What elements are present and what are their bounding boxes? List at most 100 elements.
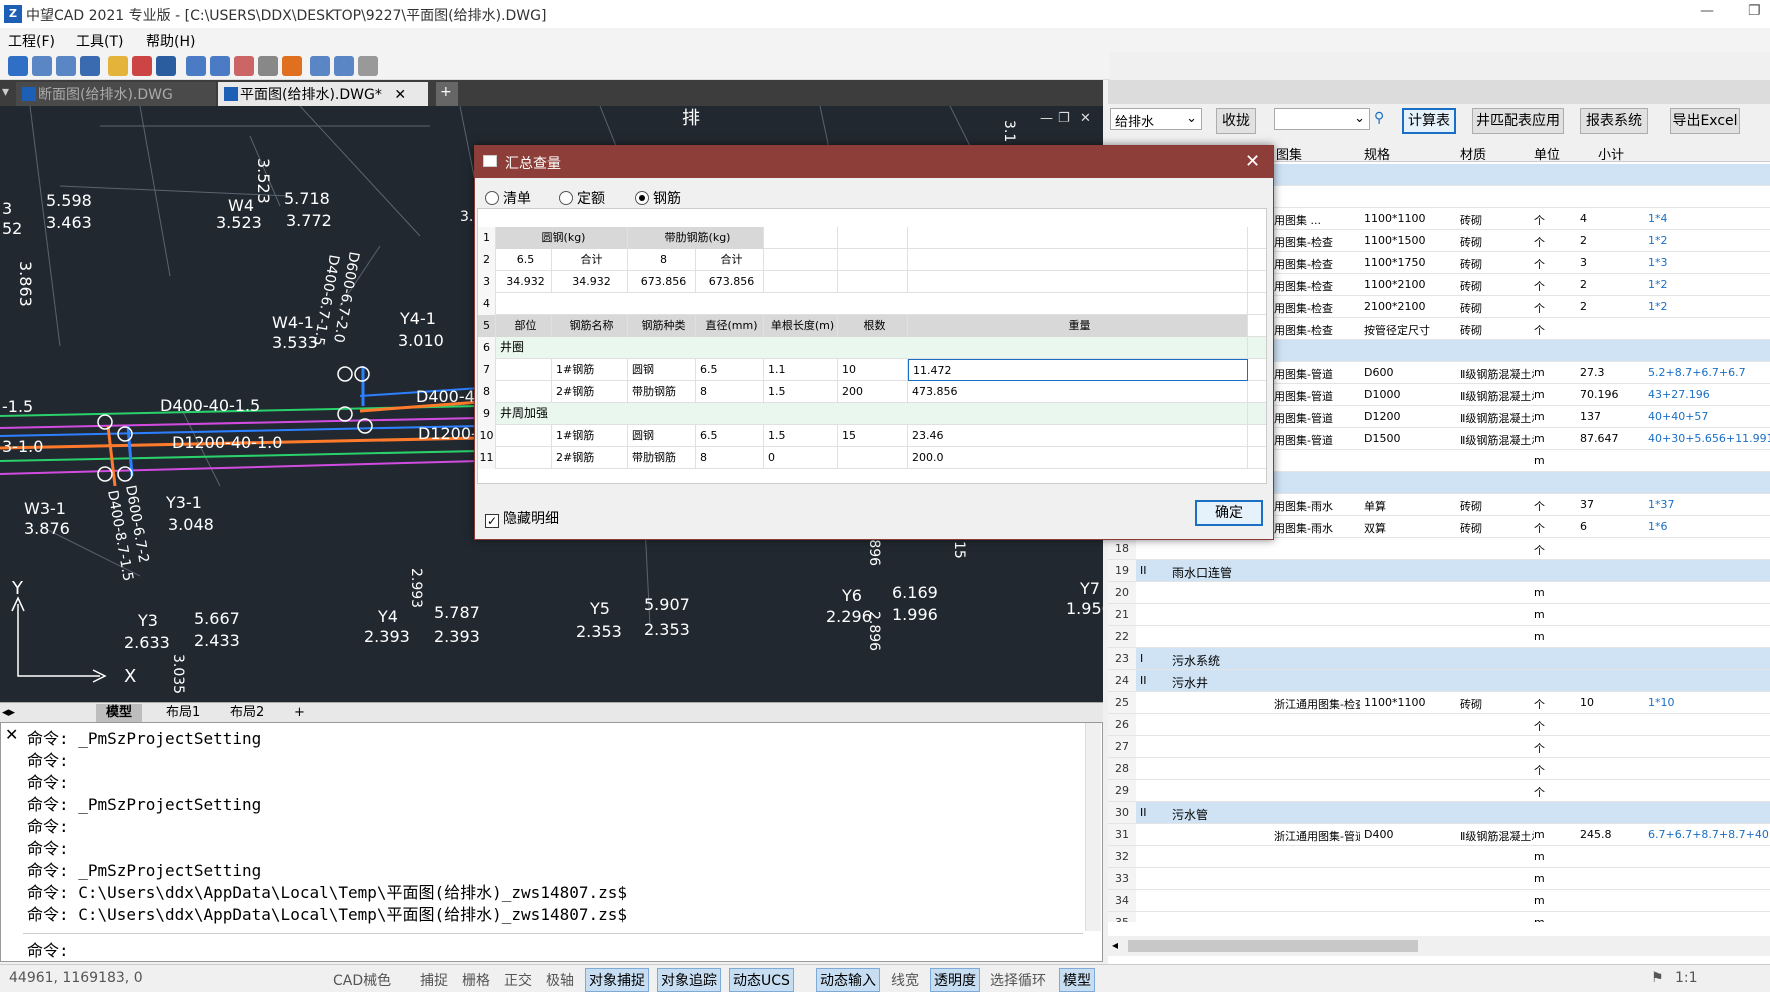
zoom-icon[interactable] xyxy=(258,56,278,76)
table-cell[interactable]: 单算 xyxy=(1364,498,1458,514)
table-cell[interactable]: 70.196 xyxy=(1580,388,1636,401)
status-toggle[interactable]: 动态输入 xyxy=(816,968,880,992)
table-cell[interactable]: 砖砌 xyxy=(1460,256,1534,272)
table-cell[interactable] xyxy=(908,227,1248,249)
table-cell[interactable]: 23.46 xyxy=(908,425,1248,447)
table-cell[interactable]: 200.0 xyxy=(908,447,1248,469)
status-toggle[interactable]: 栅格 xyxy=(459,970,493,990)
table-row[interactable]: 21 m xyxy=(1108,604,1770,626)
table-cell[interactable]: 个 xyxy=(1534,520,1564,536)
table-cell[interactable]: 15 xyxy=(838,425,908,447)
table-cell[interactable]: Ⅱ级钢筋混凝土承插 xyxy=(1460,410,1534,426)
viewport-close-icon[interactable]: ✕ xyxy=(1080,111,1091,126)
add-layout-button[interactable]: + xyxy=(284,704,315,722)
table-cell[interactable]: 圆钢 xyxy=(628,359,696,381)
table-cell[interactable] xyxy=(496,425,552,447)
table-cell[interactable]: 个 xyxy=(1534,696,1564,712)
table-cell[interactable]: m xyxy=(1534,894,1564,907)
status-toggle[interactable]: 正交 xyxy=(501,970,535,990)
table-cell[interactable] xyxy=(496,381,552,403)
table-row[interactable]: 20 m xyxy=(1108,582,1770,604)
table-cell[interactable] xyxy=(496,359,552,381)
close-tab-icon[interactable]: ✕ xyxy=(394,87,406,103)
radio-bill[interactable]: 清单 xyxy=(485,188,531,208)
command-scrollbar[interactable] xyxy=(1085,723,1101,931)
ok-button[interactable]: 确定 xyxy=(1195,500,1263,526)
table-cell[interactable]: 砖砌 xyxy=(1460,212,1534,228)
table-cell[interactable]: 1*2 xyxy=(1648,300,1770,313)
table-cell[interactable]: m xyxy=(1534,432,1564,445)
tab-section-drawing[interactable]: 断面图(给排水).DWG xyxy=(16,82,216,106)
table-cell[interactable]: Ⅱ级钢筋混凝土承插 xyxy=(1460,366,1534,382)
table-cell[interactable]: D400 xyxy=(1364,828,1458,841)
table-row[interactable]: 11 2#钢筋 带肋钢筋 8 0 200.0 xyxy=(478,447,1266,469)
export-excel-button[interactable]: 导出Excel xyxy=(1670,108,1740,134)
table-cell[interactable]: 43+27.196 xyxy=(1648,388,1770,401)
viewport-restore-icon[interactable]: ❐ xyxy=(1058,111,1070,126)
table-cell[interactable]: 个 xyxy=(1534,784,1564,800)
table-cell[interactable]: 砖砌 xyxy=(1460,322,1534,338)
table-cell[interactable]: 按管径定尺寸 xyxy=(1364,322,1458,338)
table-cell[interactable]: 1100*1500 xyxy=(1364,234,1458,247)
table-cell[interactable]: 用图集-检查 xyxy=(1274,256,1360,272)
table-cell[interactable]: II xyxy=(1140,674,1170,687)
table-cell[interactable]: 2 xyxy=(1580,278,1636,291)
table-row[interactable]: 4 xyxy=(478,293,1266,315)
table-cell[interactable]: 个 xyxy=(1534,740,1564,756)
search-icon[interactable]: ⚲ xyxy=(1374,110,1384,126)
table-cell[interactable]: 污水管 xyxy=(1172,806,1232,823)
table-cell[interactable]: 37 xyxy=(1580,498,1636,511)
table-cell[interactable]: 1#钢筋 xyxy=(552,359,628,381)
table-cell[interactable]: m xyxy=(1534,586,1564,599)
table-cell[interactable]: m xyxy=(1534,454,1564,467)
table-cell[interactable]: II xyxy=(1140,564,1170,577)
table-cell[interactable]: 个 xyxy=(1534,322,1564,338)
table-row[interactable]: 8 2#钢筋 带肋钢筋 8 1.5 200 473.856 xyxy=(478,381,1266,403)
lightbulb-icon[interactable] xyxy=(108,56,128,76)
table-cell[interactable]: 单根长度(m) xyxy=(764,315,838,337)
table-cell[interactable]: 带肋钢筋 xyxy=(628,381,696,403)
table-cell[interactable]: 245.8 xyxy=(1580,828,1636,841)
table-cell[interactable]: m xyxy=(1534,850,1564,863)
rebar-grid[interactable]: 1 圆钢(kg) 带肋钢筋(kg) 2 6.5 合计 8 合计 3 34.932 34.932 673… xyxy=(477,208,1267,484)
table-row[interactable]: 22 m xyxy=(1108,626,1770,648)
table-cell[interactable]: 砖砌 xyxy=(1460,498,1534,514)
table-cell[interactable]: 用图集-检查 xyxy=(1274,322,1360,338)
table-cell[interactable]: 137 xyxy=(1580,410,1636,423)
table-cell[interactable]: m xyxy=(1534,828,1564,841)
table-cell[interactable] xyxy=(908,249,1248,271)
annotation-scale[interactable]: 1:1 xyxy=(1672,970,1701,986)
tab-plan-drawing[interactable]: 平面图(给排水).DWG* ✕ xyxy=(218,82,428,106)
table-row[interactable]: 25 浙江通用图集-检查 1100*1100 砖砌个 10 1*10 xyxy=(1108,692,1770,714)
table-cell[interactable]: 5.2+8.7+6.7+6.7 xyxy=(1648,366,1770,379)
table-cell[interactable]: 井圈 xyxy=(496,337,1248,359)
table-row[interactable]: 9 井周加强 xyxy=(478,403,1266,425)
table-cell[interactable]: 合计 xyxy=(696,249,764,271)
table-cell[interactable]: 砖砌 xyxy=(1460,300,1534,316)
table-cell[interactable]: 1*4 xyxy=(1648,212,1770,225)
table-row[interactable]: 5 部位 钢筋名称 钢筋种类 直径(mm) 单根长度(m) 根数 重量 xyxy=(478,315,1266,337)
table-cell[interactable]: 1.5 xyxy=(764,425,838,447)
table-cell[interactable]: 1#钢筋 xyxy=(552,425,628,447)
table-row[interactable]: 30 II 污水管 xyxy=(1108,802,1770,824)
table-cell[interactable]: 8 xyxy=(696,447,764,469)
table-cell[interactable]: 6 xyxy=(1580,520,1636,533)
table-cell[interactable]: 4 xyxy=(1580,212,1636,225)
tab-menu-icon[interactable]: ▾ xyxy=(0,82,14,106)
table-cell[interactable] xyxy=(764,249,838,271)
table-row[interactable]: 19 II 雨水口连管 xyxy=(1108,560,1770,582)
collapse-button[interactable]: 收拢 xyxy=(1216,108,1256,134)
table-row[interactable]: 6 井圈 xyxy=(478,337,1266,359)
cross-icon[interactable] xyxy=(282,56,302,76)
table-cell[interactable]: 用图集-雨水 xyxy=(1274,498,1360,514)
table-cell[interactable]: 浙江通用图集-检查 xyxy=(1274,696,1360,712)
table-cell[interactable]: 2#钢筋 xyxy=(552,447,628,469)
table-cell[interactable]: 污水系统 xyxy=(1172,652,1232,669)
table-cell[interactable]: 2#钢筋 xyxy=(552,381,628,403)
table-cell[interactable]: Ⅱ级钢筋混凝土承插 xyxy=(1460,828,1534,844)
table-row[interactable]: 10 1#钢筋 圆钢 6.5 1.5 15 23.46 xyxy=(478,425,1266,447)
table-cell[interactable]: 圆钢 xyxy=(628,425,696,447)
table-cell[interactable]: 个 xyxy=(1534,542,1564,558)
table-cell[interactable] xyxy=(764,271,838,293)
table-cell[interactable]: 673.856 xyxy=(628,271,696,293)
